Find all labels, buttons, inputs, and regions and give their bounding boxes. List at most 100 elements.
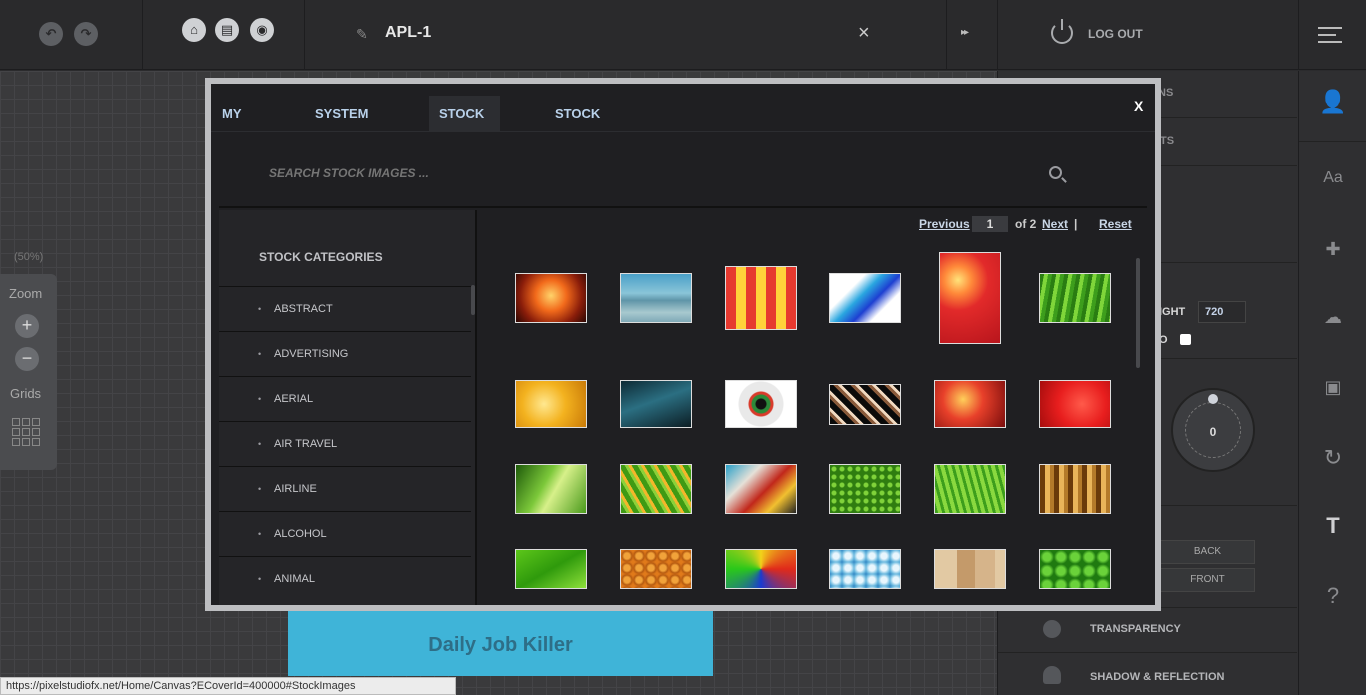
dial-knob[interactable] <box>1208 394 1218 404</box>
search-bar <box>219 142 1147 208</box>
divider <box>1160 165 1297 166</box>
category-item[interactable]: ABSTRACT <box>219 286 471 331</box>
shadow-icon[interactable] <box>1043 666 1061 684</box>
divider <box>1160 262 1297 263</box>
stock-thumbnail[interactable] <box>725 549 797 589</box>
stock-thumbnail[interactable] <box>829 384 901 425</box>
preview-eye-icon[interactable]: ◉ <box>250 18 274 42</box>
cloud-upload-icon[interactable]: ☁ <box>1299 307 1366 328</box>
stock-thumbnail[interactable] <box>1039 464 1111 514</box>
category-list: STOCK CATEGORIES ABSTRACT ADVERTISING AE… <box>219 210 477 605</box>
text-tool-icon[interactable]: T <box>1299 513 1366 539</box>
stock-thumbnail[interactable] <box>829 549 901 589</box>
undo-icon[interactable]: ↶ <box>39 22 63 46</box>
redo-icon[interactable]: ↷ <box>74 22 98 46</box>
search-icon[interactable] <box>1049 166 1062 179</box>
category-item[interactable]: AIR TRAVEL <box>219 421 471 466</box>
save-icon[interactable]: ▤ <box>215 18 239 42</box>
send-back-button[interactable]: BACK <box>1160 540 1255 564</box>
puzzle-icon[interactable]: ✚ <box>1299 239 1366 260</box>
power-icon[interactable] <box>1051 19 1073 44</box>
menu-icon[interactable] <box>1318 27 1342 48</box>
rotate-icon[interactable]: ↻ <box>1299 445 1366 471</box>
stock-thumbnail[interactable] <box>725 266 797 330</box>
category-item[interactable]: AERIAL <box>219 376 471 421</box>
grid-icon[interactable] <box>12 418 40 446</box>
pencil-icon[interactable]: ✎ <box>356 26 368 43</box>
height-label: IGHT <box>1159 306 1186 318</box>
category-item[interactable]: ALCOHOL <box>219 511 471 556</box>
stock-thumbnail[interactable] <box>620 549 692 589</box>
help-icon[interactable]: ? <box>1299 583 1366 609</box>
divider <box>1160 117 1297 118</box>
stock-thumbnail[interactable] <box>620 273 692 323</box>
pager-previous-link[interactable]: Previous <box>919 217 970 231</box>
category-scrollbar[interactable] <box>471 285 475 315</box>
stock-thumbnail[interactable] <box>725 464 797 514</box>
lock-ratio-checkbox[interactable] <box>1180 334 1191 345</box>
stock-thumbnail[interactable] <box>934 464 1006 514</box>
search-input[interactable] <box>269 166 969 180</box>
toolbar-divider <box>997 0 998 70</box>
page-number-input[interactable]: 1 <box>972 216 1008 232</box>
text-font-icon[interactable]: Aa <box>1299 169 1366 187</box>
document-title[interactable]: APL-1 <box>385 24 431 42</box>
stock-thumbnail[interactable] <box>515 549 587 589</box>
rotation-value: 0 <box>1209 425 1217 439</box>
zoom-out-button[interactable]: − <box>15 347 39 371</box>
stock-thumbnail[interactable] <box>1039 549 1111 589</box>
tab-stock-images[interactable]: STOCK IMAGES <box>429 96 501 156</box>
stock-thumbnail[interactable] <box>934 549 1006 589</box>
home-icon[interactable]: ⌂ <box>182 18 206 42</box>
stock-thumbnail[interactable] <box>934 380 1006 428</box>
fast-forward-icon[interactable]: ▸▸ <box>961 27 969 38</box>
stock-thumbnail[interactable] <box>939 252 1001 344</box>
logout-button[interactable]: LOG OUT <box>1088 27 1143 41</box>
shadow-reflection-option[interactable]: SHADOW & REFLECTION <box>1090 671 1224 683</box>
toolbar-divider <box>946 0 947 70</box>
stock-thumbnail[interactable] <box>725 380 797 428</box>
bring-front-button[interactable]: FRONT <box>1160 568 1255 592</box>
top-toolbar: ↶ ↷ ⌂ ▤ ◉ ✎ APL-1 × ▸▸ LOG OUT <box>0 0 1366 70</box>
zoom-panel: Zoom + − Grids <box>0 274 57 470</box>
stock-gallery: Previous 1 of 2 Next | Reset <box>479 210 1147 605</box>
tab-my-images[interactable]: MY IMAGES <box>212 96 283 156</box>
toolbar-divider <box>142 0 143 70</box>
gallery-scrollbar[interactable] <box>1136 258 1140 368</box>
modal-close-button[interactable]: X <box>1134 98 1143 114</box>
stock-thumbnail[interactable] <box>620 380 692 428</box>
rotation-dial[interactable]: 0 <box>1171 388 1255 472</box>
divider <box>1160 358 1297 359</box>
pager-reset-link[interactable]: Reset <box>1099 217 1132 231</box>
zoom-percent: (50%) <box>14 251 44 263</box>
stock-thumbnail[interactable] <box>515 273 587 323</box>
tab-system-images[interactable]: SYSTEM IMAGES <box>305 96 378 156</box>
image-library-modal: MY IMAGES SYSTEM IMAGES STOCK IMAGES STO… <box>211 84 1155 605</box>
grids-label: Grids <box>10 386 42 401</box>
design-preview[interactable]: Daily Job Killer <box>288 610 713 676</box>
category-item[interactable]: ANIMAL <box>219 556 471 601</box>
stock-thumbnail[interactable] <box>515 380 587 428</box>
tab-divider <box>211 131 1155 132</box>
zoom-in-button[interactable]: + <box>15 314 39 338</box>
stock-thumbnail[interactable] <box>829 464 901 514</box>
close-icon[interactable]: × <box>858 22 870 45</box>
stock-thumbnail[interactable] <box>515 464 587 514</box>
stock-thumbnail[interactable] <box>1039 273 1111 323</box>
transparency-option[interactable]: TRANSPARENCY <box>1090 623 1181 635</box>
category-item[interactable]: AIRLINE <box>219 466 471 511</box>
height-field[interactable]: 720 <box>1198 301 1246 323</box>
divider <box>998 652 1297 653</box>
image-icon[interactable]: ▣ <box>1299 377 1366 398</box>
transparency-icon[interactable] <box>1043 620 1061 638</box>
tab-stock-accounts[interactable]: STOCK ACCOUNTS <box>545 96 639 156</box>
pager-total: of 2 <box>1015 217 1037 231</box>
pager-next-link[interactable]: Next <box>1042 217 1068 231</box>
pager-separator: | <box>1074 217 1078 231</box>
category-item[interactable]: ADVERTISING <box>219 331 471 376</box>
user-icon[interactable]: 👤 <box>1299 89 1366 115</box>
stock-thumbnail[interactable] <box>829 273 901 323</box>
stock-thumbnail[interactable] <box>1039 380 1111 428</box>
divider <box>1160 505 1297 506</box>
stock-thumbnail[interactable] <box>620 464 692 514</box>
